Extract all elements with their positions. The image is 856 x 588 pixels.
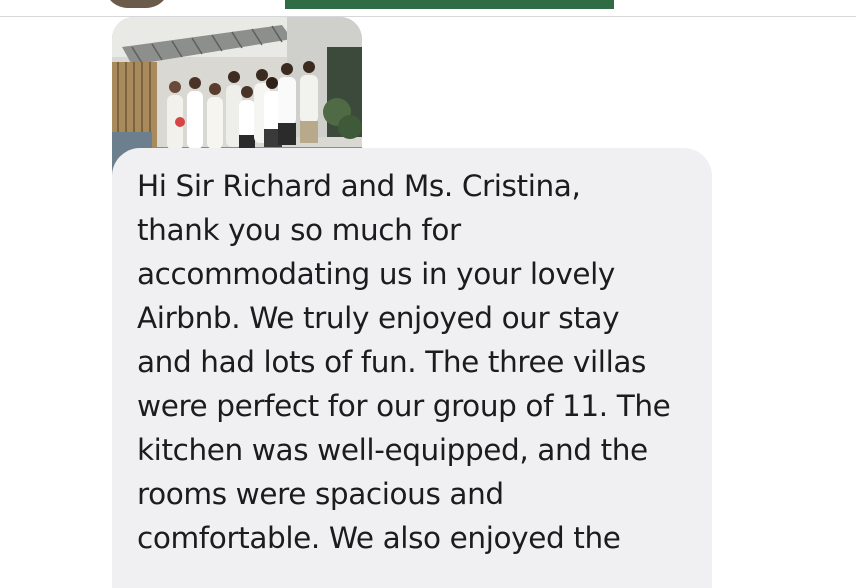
message-text: Hi Sir Richard and Ms. Cristina, thank y… — [137, 169, 671, 555]
message-bubble[interactable]: Hi Sir Richard and Ms. Cristina, thank y… — [112, 148, 712, 588]
previous-message-edge — [285, 0, 614, 9]
